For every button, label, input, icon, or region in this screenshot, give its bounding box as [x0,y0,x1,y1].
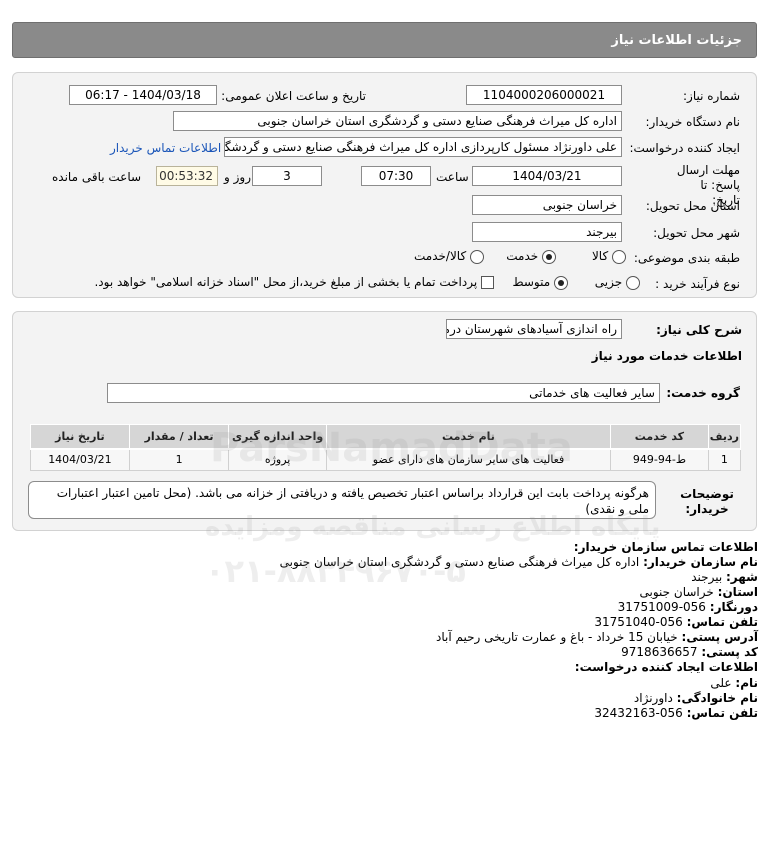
remaining-label: ساعت باقی مانده [52,170,142,184]
cell-row-number: 1 [707,448,742,471]
summary-label: شرح کلی نیاز: [656,323,742,337]
contact-province: استان: خراسان جنوبی [639,585,758,599]
province-field: خراسان جنوبی [472,195,622,215]
buyer-notes-text: هرگونه پرداخت بابت این قرارداد براساس اع… [56,486,649,516]
col-row-number: ردیف [707,424,742,450]
creator-field: علی داورنژاد مسئول کارپردازی اداره کل می… [224,137,622,157]
creator-name: نام: علی [710,676,758,690]
contact-postal: کد پستی: 9718636657 [621,645,758,659]
service-group-label: گروه خدمت: [666,386,740,400]
process-option-minor-label: جزیی [594,275,623,289]
table-row: 1 ط-94-949 فعالیت های سایر سازمان های دا… [30,448,742,471]
cell-quantity: 1 [128,448,230,471]
remaining-time-field: 00:53:32 [156,166,218,186]
creator-family: نام خانوادگی: داورنژاد [633,691,758,705]
days-field: 3 [252,166,322,186]
process-label: نوع فرآیند خرید : [655,277,740,291]
city-label: شهر محل تحویل: [653,226,740,240]
category-option-goods[interactable]: کالا [592,249,626,264]
buyer-notes-label: توضیحات خریدار: [680,487,734,516]
process-option-medium[interactable]: متوسط [512,275,568,290]
city-field: بیرجند [472,222,622,242]
contact-city: شهر: بیرجند [691,570,758,584]
need-number-field: 1104000206000021 [466,85,622,105]
buyer-notes-box: هرگونه پرداخت بابت این قرارداد براساس اع… [28,481,656,519]
cell-service-name: فعالیت های سایر سازمان های دارای عضو [325,448,612,471]
col-need-date: تاریخ نیاز [30,424,130,450]
radio-medium[interactable] [554,275,568,290]
time-label: ساعت [436,170,469,184]
creator-phone: تلفن تماس: 056-32432163 [594,706,758,720]
category-option-both[interactable]: کالا/خدمت [414,249,484,264]
col-service-name: نام خدمت [325,424,612,450]
buyer-org-label: نام دستگاه خریدار: [645,115,741,129]
table-header-row: ردیف کد خدمت نام خدمت واحد اندازه گیری ت… [30,424,742,450]
creator-info-title: اطلاعات ایجاد کننده درخواست: [574,660,758,674]
deadline-date-field: 1404/03/21 [472,166,622,186]
announce-label: تاریخ و ساعت اعلان عمومی: [221,89,366,103]
page-header: جزئیات اطلاعات نیاز [12,22,757,58]
announce-field: 1404/03/18 - 06:17 [69,85,217,105]
services-table: ردیف کد خدمت نام خدمت واحد اندازه گیری ت… [30,424,742,471]
col-service-code: کد خدمت [610,424,709,450]
contact-title: اطلاعات تماس سازمان خریدار: [573,540,758,554]
contact-address: آدرس پستی: خیابان 15 خرداد - باغ و عمارت… [436,630,758,644]
radio-goods-service[interactable] [470,249,484,264]
radio-goods[interactable] [612,249,626,264]
deadline-time-field: 07:30 [361,166,431,186]
need-number-label: شماره نیاز: [683,89,740,103]
col-quantity: تعداد / مقدار [128,424,230,450]
category-option-both-label: کالا/خدمت [413,249,467,263]
radio-minor[interactable] [626,275,640,290]
buyer-org-field: اداره کل میراث فرهنگی صنایع دستی و گردشگ… [173,111,622,131]
contact-phone: تلفن تماس: 056-31751040 [594,615,758,629]
category-option-service-label: خدمت [506,249,539,263]
treasury-note: پرداخت تمام یا بخشی از مبلغ خرید،از محل … [94,275,478,289]
services-title: اطلاعات خدمات مورد نیاز [591,349,742,363]
category-label: طبقه بندی موضوعی: [633,251,740,265]
page-title: جزئیات اطلاعات نیاز [611,32,742,48]
treasury-payment-option[interactable]: پرداخت تمام یا بخشی از مبلغ خرید،از محل … [94,275,494,289]
cell-service-code: ط-94-949 [610,448,709,471]
treasury-checkbox[interactable] [481,276,494,289]
category-option-goods-label: کالا [591,249,609,263]
days-label: روز و [224,170,251,184]
process-option-minor[interactable]: جزیی [595,275,640,290]
radio-service[interactable] [542,249,556,264]
creator-label: ایجاد کننده درخواست: [629,141,740,155]
category-option-service[interactable]: خدمت [506,249,556,264]
summary-field: راه اندازی آسیادهای شهرستان درمیان [446,319,622,339]
service-group-field: سایر فعالیت های خدماتی [107,383,660,403]
buyer-contact-link[interactable]: اطلاعات تماس خریدار [110,141,221,155]
cell-need-date: 1404/03/21 [30,448,130,471]
contact-fax: دورنگار: 056-31751009 [617,600,758,614]
process-option-medium-label: متوسط [512,275,551,289]
province-label: استان محل تحویل: [645,199,740,213]
col-unit: واحد اندازه گیری [228,424,327,450]
contact-org: نام سازمان خریدار: اداره کل میراث فرهنگی… [279,555,758,569]
cell-unit: پروژه [228,448,327,471]
